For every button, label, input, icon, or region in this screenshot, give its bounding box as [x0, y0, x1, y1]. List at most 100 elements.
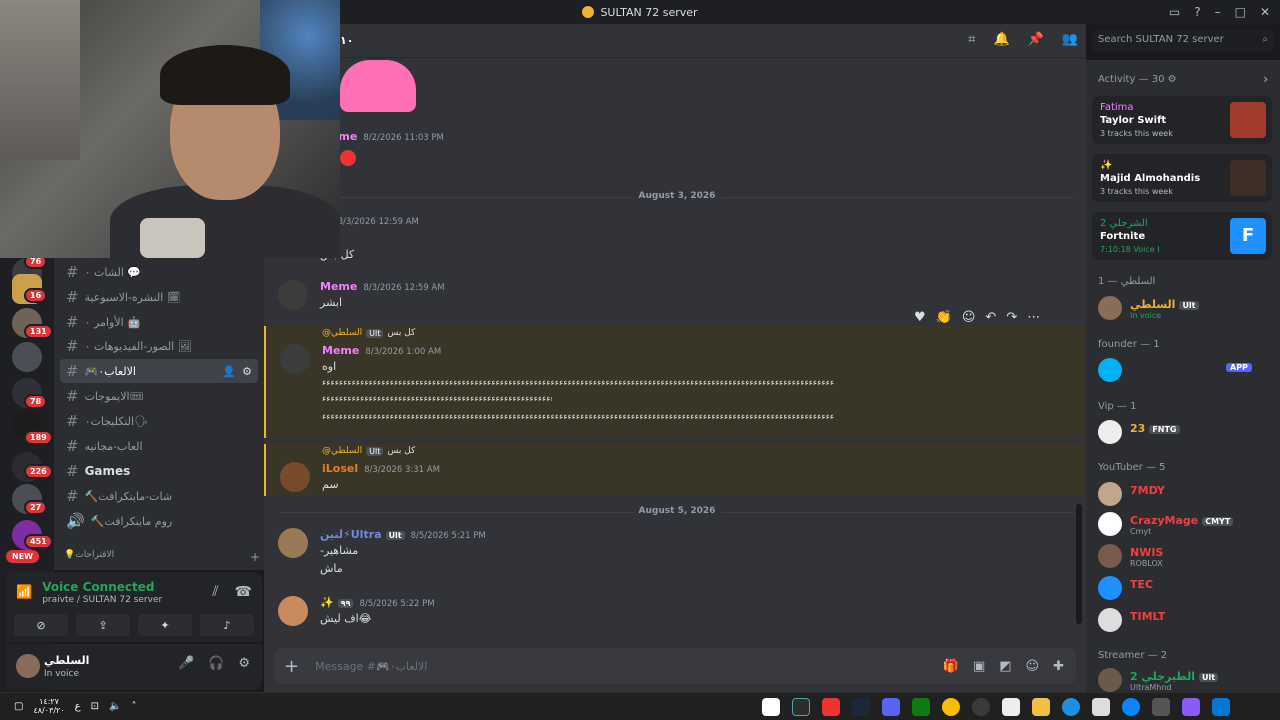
- minimize-button[interactable]: –: [1215, 5, 1221, 19]
- member-item[interactable]: الطيرجلي 2 Ult UltraMhnd: [1098, 668, 1274, 692]
- message-author-name[interactable]: Meme: [320, 280, 357, 293]
- edge-icon[interactable]: [1062, 698, 1080, 716]
- member-item[interactable]: 7MDY: [1098, 482, 1274, 508]
- member-item[interactable]: 23 FNTG: [1098, 420, 1274, 446]
- settings-app-icon[interactable]: [1152, 698, 1170, 716]
- channel-item[interactable]: # Games: [60, 459, 258, 483]
- maximize-button[interactable]: □: [1235, 5, 1246, 19]
- file-icon[interactable]: [1002, 698, 1020, 716]
- volume-icon[interactable]: 🔈: [109, 701, 121, 712]
- settings-icon[interactable]: ⚙: [242, 365, 252, 378]
- noise-suppression-icon[interactable]: ⫽: [212, 584, 218, 600]
- member-item[interactable]: TIMLT: [1098, 608, 1274, 634]
- screenshare-button[interactable]: ⇪: [76, 614, 130, 636]
- sticker-icon[interactable]: ◩: [999, 659, 1011, 674]
- message-input[interactable]: + Message #🎮الالعاب٠ 🎁 ▣ ◩ ☺ ✚: [274, 648, 1076, 684]
- voice-server[interactable]: praivte / SULTAN 72 server: [42, 595, 162, 605]
- forward-icon[interactable]: ↷: [1006, 310, 1017, 325]
- heart-reaction-icon[interactable]: ♥: [914, 310, 926, 325]
- xbox-bar-icon[interactable]: [792, 698, 810, 716]
- member-item[interactable]: APP: [1098, 358, 1274, 384]
- add-attachment-icon[interactable]: +: [284, 656, 299, 677]
- member-item[interactable]: السلطي Ult In voice: [1098, 296, 1274, 322]
- notification-icon[interactable]: ▢: [14, 701, 23, 712]
- activities-button[interactable]: ✦: [138, 614, 192, 636]
- channel-item[interactable]: # التكليجات٠🗣: [60, 409, 258, 433]
- store-icon[interactable]: [1092, 698, 1110, 716]
- chat-scrollbar[interactable]: [1076, 504, 1082, 624]
- channel-item[interactable]: # الأوامر ٠ 🤖: [60, 310, 258, 334]
- camera-button[interactable]: ⊘: [14, 614, 68, 636]
- explorer-icon[interactable]: [1032, 698, 1050, 716]
- soundboard-button[interactable]: ♪: [200, 614, 254, 636]
- activity-card[interactable]: الشرجلي 2 Fortnite 7:10:18 Voice I F: [1092, 212, 1272, 260]
- voice-channel-item[interactable]: 🔊 🔨روم ماينكرافت: [60, 509, 258, 533]
- mute-icon[interactable]: 🎤: [178, 656, 194, 671]
- help-icon[interactable]: ?: [1194, 5, 1200, 19]
- more-icon[interactable]: ⋯: [1027, 310, 1040, 325]
- avatar[interactable]: [278, 596, 308, 626]
- copilot-icon[interactable]: [1182, 698, 1200, 716]
- members-icon[interactable]: 👥: [1062, 32, 1078, 47]
- server-icon-4[interactable]: [12, 342, 42, 372]
- message-author-name[interactable]: لتين⚡Ultra: [320, 528, 382, 541]
- start-icon[interactable]: [1212, 698, 1230, 716]
- message-author-name[interactable]: iLosel: [322, 462, 358, 475]
- pin-icon[interactable]: 📌: [1028, 32, 1044, 47]
- search-input[interactable]: Search SULTAN 72 server ⌕: [1092, 30, 1274, 52]
- category-header[interactable]: 💡الاقتراحات +: [64, 550, 260, 564]
- reply-preview[interactable]: @السلطي Ult كل بس: [322, 328, 415, 338]
- apps-icon[interactable]: ✚: [1053, 659, 1064, 674]
- deafen-icon[interactable]: 🎧: [208, 656, 224, 671]
- channel-item[interactable]: # 🔨شات-ماينكرافت: [60, 484, 258, 508]
- member-item[interactable]: TEC: [1098, 576, 1274, 602]
- discord-icon[interactable]: [882, 698, 900, 716]
- steam-icon[interactable]: [852, 698, 870, 716]
- avatar[interactable]: [278, 528, 308, 558]
- chrome-icon[interactable]: [942, 698, 960, 716]
- avatar[interactable]: [280, 462, 310, 492]
- invite-icon[interactable]: 👤: [222, 365, 236, 378]
- channel-item[interactable]: # الايموجات🎟: [60, 384, 258, 408]
- voice-status[interactable]: Voice Connected: [42, 580, 162, 594]
- app-icon[interactable]: [762, 698, 780, 716]
- threads-icon[interactable]: ⌗: [968, 32, 975, 47]
- bell-icon[interactable]: 🔔: [993, 32, 1009, 47]
- avatar[interactable]: [278, 280, 308, 310]
- message-author-name[interactable]: Meme: [322, 344, 359, 357]
- clap-reaction-icon[interactable]: 👏: [936, 310, 952, 325]
- reply-preview[interactable]: @السلطي Ult كل بس: [322, 446, 415, 456]
- channel-item-active[interactable]: # 🎮الالعاب٠ 👤 ⚙: [60, 359, 258, 383]
- activity-header[interactable]: Activity — 30 ⚙: [1098, 74, 1177, 85]
- message-author-name[interactable]: ✨: [320, 596, 334, 609]
- member-item[interactable]: CrazyMage CMYT Cmyt: [1098, 512, 1274, 538]
- clock[interactable]: ١٤:٢٧ ٤٨/٠٣/٢٠: [33, 697, 64, 715]
- chevron-right-icon[interactable]: ›: [1263, 72, 1268, 86]
- add-reaction-icon[interactable]: ☺: [962, 310, 976, 325]
- member-item[interactable]: NWIS ROBLOX: [1098, 544, 1274, 570]
- gif-icon[interactable]: ▣: [973, 659, 985, 674]
- emoji-icon[interactable]: ☺: [1026, 659, 1040, 674]
- reply-icon[interactable]: ↶: [985, 310, 996, 325]
- disconnect-icon[interactable]: ☎: [235, 584, 252, 600]
- gift-icon[interactable]: 🎁: [943, 659, 959, 674]
- add-channel-icon[interactable]: +: [250, 550, 260, 564]
- activity-card[interactable]: ✨ Majid Almohandis 3 tracks this week: [1092, 154, 1272, 202]
- channel-item[interactable]: # الصور-الفيديوهات ٠ 🖼: [60, 334, 258, 358]
- channel-item[interactable]: # الشات ٠ 💬: [60, 260, 258, 284]
- app-icon[interactable]: [822, 698, 840, 716]
- activity-card[interactable]: Fatima Taylor Swift 3 tracks this week: [1092, 96, 1272, 144]
- xbox-icon[interactable]: [912, 698, 930, 716]
- user-settings-icon[interactable]: ⚙: [238, 656, 250, 671]
- inbox-icon[interactable]: ▭: [1169, 5, 1180, 19]
- channel-item[interactable]: # العاب-مجانيه: [60, 434, 258, 458]
- close-button[interactable]: ✕: [1260, 5, 1270, 19]
- avatar[interactable]: [280, 344, 310, 374]
- network-icon[interactable]: ⊡: [91, 701, 99, 712]
- tray-expand-icon[interactable]: ˄: [131, 701, 136, 712]
- channel-item[interactable]: # النشره-الاسبوعية 🗓: [60, 285, 258, 309]
- avatar[interactable]: [16, 654, 40, 678]
- language-icon[interactable]: ع: [75, 701, 81, 712]
- browser-icon[interactable]: [1122, 698, 1140, 716]
- obs-icon[interactable]: [972, 698, 990, 716]
